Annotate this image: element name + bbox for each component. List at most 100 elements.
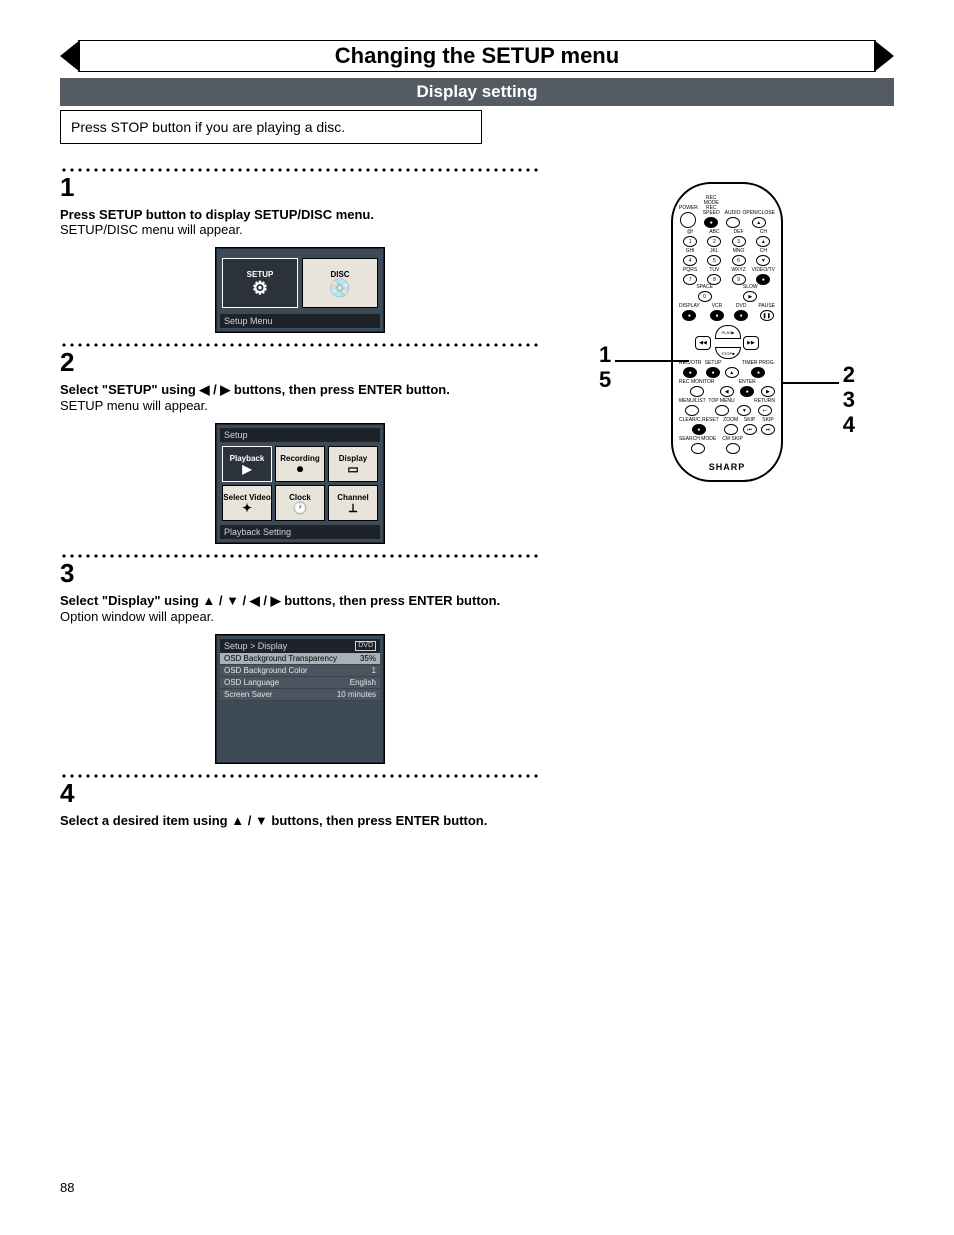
button-label: REC/OTR bbox=[679, 361, 702, 366]
steps-column: 1 Press SETUP button to display SETUP/DI… bbox=[60, 162, 540, 828]
open-close-button: ▲ bbox=[752, 217, 766, 228]
button-label: ZOOM bbox=[723, 418, 738, 423]
step-instruction: Select "Display" using ▲ / ▼ / ◀ / ▶ but… bbox=[60, 593, 540, 609]
rec-monitor-button bbox=[690, 386, 704, 397]
remote-button: 7 bbox=[683, 274, 697, 285]
osd-tile: Clock🕐 bbox=[275, 485, 325, 521]
remote-diagram: POWER REC MODE REC SPEED● AUDIO OPEN/CLO… bbox=[627, 182, 827, 482]
osd-tile: Playback▶ bbox=[222, 446, 272, 482]
skip-fwd-button: ⏭ bbox=[761, 424, 775, 435]
up-button: ▲ bbox=[725, 367, 739, 378]
osd-tile: Channel⟂ bbox=[328, 485, 378, 521]
button-label: SPACE bbox=[696, 285, 713, 290]
button-label: CH bbox=[760, 249, 767, 254]
button-label: PAUSE bbox=[758, 304, 775, 309]
step-number: 1 bbox=[60, 172, 540, 203]
disc-icon: 💿 bbox=[329, 279, 351, 297]
clock-icon: 🕐 bbox=[293, 502, 308, 514]
vcr-button: ● bbox=[710, 310, 724, 321]
stop-button: STOP ■ bbox=[715, 347, 741, 359]
numpad-cell: MNO6 bbox=[727, 249, 749, 266]
search-mode-button bbox=[691, 443, 705, 454]
skip-back-button: ⏮ bbox=[743, 424, 757, 435]
osd-tile-setup: SETUP ⚙ bbox=[222, 258, 298, 308]
down-button: ▼ bbox=[737, 405, 751, 416]
pause-button: ❚❚ bbox=[760, 310, 774, 321]
callout-line bbox=[615, 360, 689, 362]
numpad-cell: JKL5 bbox=[703, 249, 725, 266]
stop-note-box: Press STOP button if you are playing a d… bbox=[60, 110, 482, 144]
numpad-cell: DEF3 bbox=[727, 230, 749, 247]
remote-button: 3 bbox=[732, 236, 746, 247]
antenna-icon: ⟂ bbox=[349, 502, 357, 514]
callout-number: 3 bbox=[843, 387, 855, 413]
display-icon: ▭ bbox=[347, 463, 358, 475]
settings-icon: ⚙ bbox=[252, 279, 268, 297]
button-label: SEARCH MODE bbox=[679, 437, 716, 442]
button-label: CM SKIP bbox=[722, 437, 743, 442]
osd-option-list: OSD Background Transparency35% OSD Backg… bbox=[220, 653, 380, 701]
step-number: 4 bbox=[60, 778, 540, 809]
osd-setup-menu: Setup Playback▶ Recording⏺ Display▭ Sele… bbox=[215, 423, 385, 544]
callout-number: 1 bbox=[599, 342, 611, 368]
dvd-button: ● bbox=[734, 310, 748, 321]
button-label: POWER bbox=[679, 206, 698, 211]
osd-option-row: Screen Saver10 minutes bbox=[220, 689, 380, 701]
cm-skip-button bbox=[726, 443, 740, 454]
button-label: PQRS bbox=[683, 268, 697, 273]
step-result: SETUP/DISC menu will appear. bbox=[60, 222, 540, 237]
button-label: TUV bbox=[709, 268, 719, 273]
button-label: GHI bbox=[686, 249, 695, 254]
display-button: ● bbox=[682, 310, 696, 321]
rec-mode-button: ● bbox=[704, 217, 718, 228]
right-button: ▶ bbox=[761, 386, 775, 397]
osd-footer: Setup Menu bbox=[220, 314, 380, 328]
page-title-banner: Changing the SETUP menu bbox=[60, 40, 894, 72]
button-label: REC MODE REC SPEED bbox=[700, 196, 723, 216]
button-label: ABC bbox=[709, 230, 719, 235]
button-label: SETUP bbox=[705, 361, 722, 366]
rec-otr-button: ● bbox=[683, 367, 697, 378]
osd-tile-disc: DISC 💿 bbox=[302, 258, 378, 308]
osd-tile: Recording⏺ bbox=[275, 446, 325, 482]
button-label: DISPLAY bbox=[679, 304, 700, 309]
step-number: 3 bbox=[60, 558, 540, 589]
button-label: SLOW bbox=[743, 285, 758, 290]
remote-button: 2 bbox=[707, 236, 721, 247]
numpad-cell: PQRS7 bbox=[679, 268, 701, 285]
dpad: PLAY ▶ ◀◀ ▶▶ STOP ■ bbox=[695, 325, 759, 359]
num-0-button: 0 bbox=[698, 291, 712, 302]
numpad-cell: ABC2 bbox=[703, 230, 725, 247]
record-icon: ⏺ bbox=[297, 463, 303, 475]
numpad-cell: VIDEO/TV● bbox=[752, 268, 775, 285]
osd-option-row: OSD Background Transparency35% bbox=[220, 653, 380, 665]
enter-button: ● bbox=[740, 386, 754, 397]
osd-tile: Select Video✦ bbox=[222, 485, 272, 521]
rewind-button: ◀◀ bbox=[695, 336, 711, 350]
step-instruction: Press SETUP button to display SETUP/DISC… bbox=[60, 207, 540, 222]
remote-button: 1 bbox=[683, 236, 697, 247]
remote-column: POWER REC MODE REC SPEED● AUDIO OPEN/CLO… bbox=[540, 162, 894, 482]
remote-button: 6 bbox=[732, 255, 746, 266]
step-instruction: Select a desired item using ▲ / ▼ button… bbox=[60, 813, 540, 828]
button-label: SKIP bbox=[762, 418, 773, 423]
step-result: SETUP menu will appear. bbox=[60, 398, 540, 413]
callout-line bbox=[781, 382, 839, 384]
remote-button: 5 bbox=[707, 255, 721, 266]
step-number: 2 bbox=[60, 347, 540, 378]
osd-header: Setup > Display bbox=[224, 641, 287, 651]
slow-button: ▶ bbox=[743, 291, 757, 302]
osd-option-row: OSD Background Color1 bbox=[220, 665, 380, 677]
forward-button: ▶▶ bbox=[743, 336, 759, 350]
button-label: CLEAR/C.RESET bbox=[679, 418, 719, 423]
step-instruction: Select "SETUP" using ◀ / ▶ buttons, then… bbox=[60, 382, 540, 398]
button-label: CH bbox=[760, 230, 767, 235]
step-result: Option window will appear. bbox=[60, 609, 540, 624]
osd-header: Setup bbox=[224, 430, 248, 440]
clear-button: ● bbox=[692, 424, 706, 435]
numpad-cell: WXYZ9 bbox=[727, 268, 749, 285]
numpad-cell: TUV8 bbox=[703, 268, 725, 285]
remote-button: ▲ bbox=[756, 236, 770, 247]
button-label: ENTER bbox=[739, 380, 756, 385]
button-label: DEF bbox=[734, 230, 744, 235]
